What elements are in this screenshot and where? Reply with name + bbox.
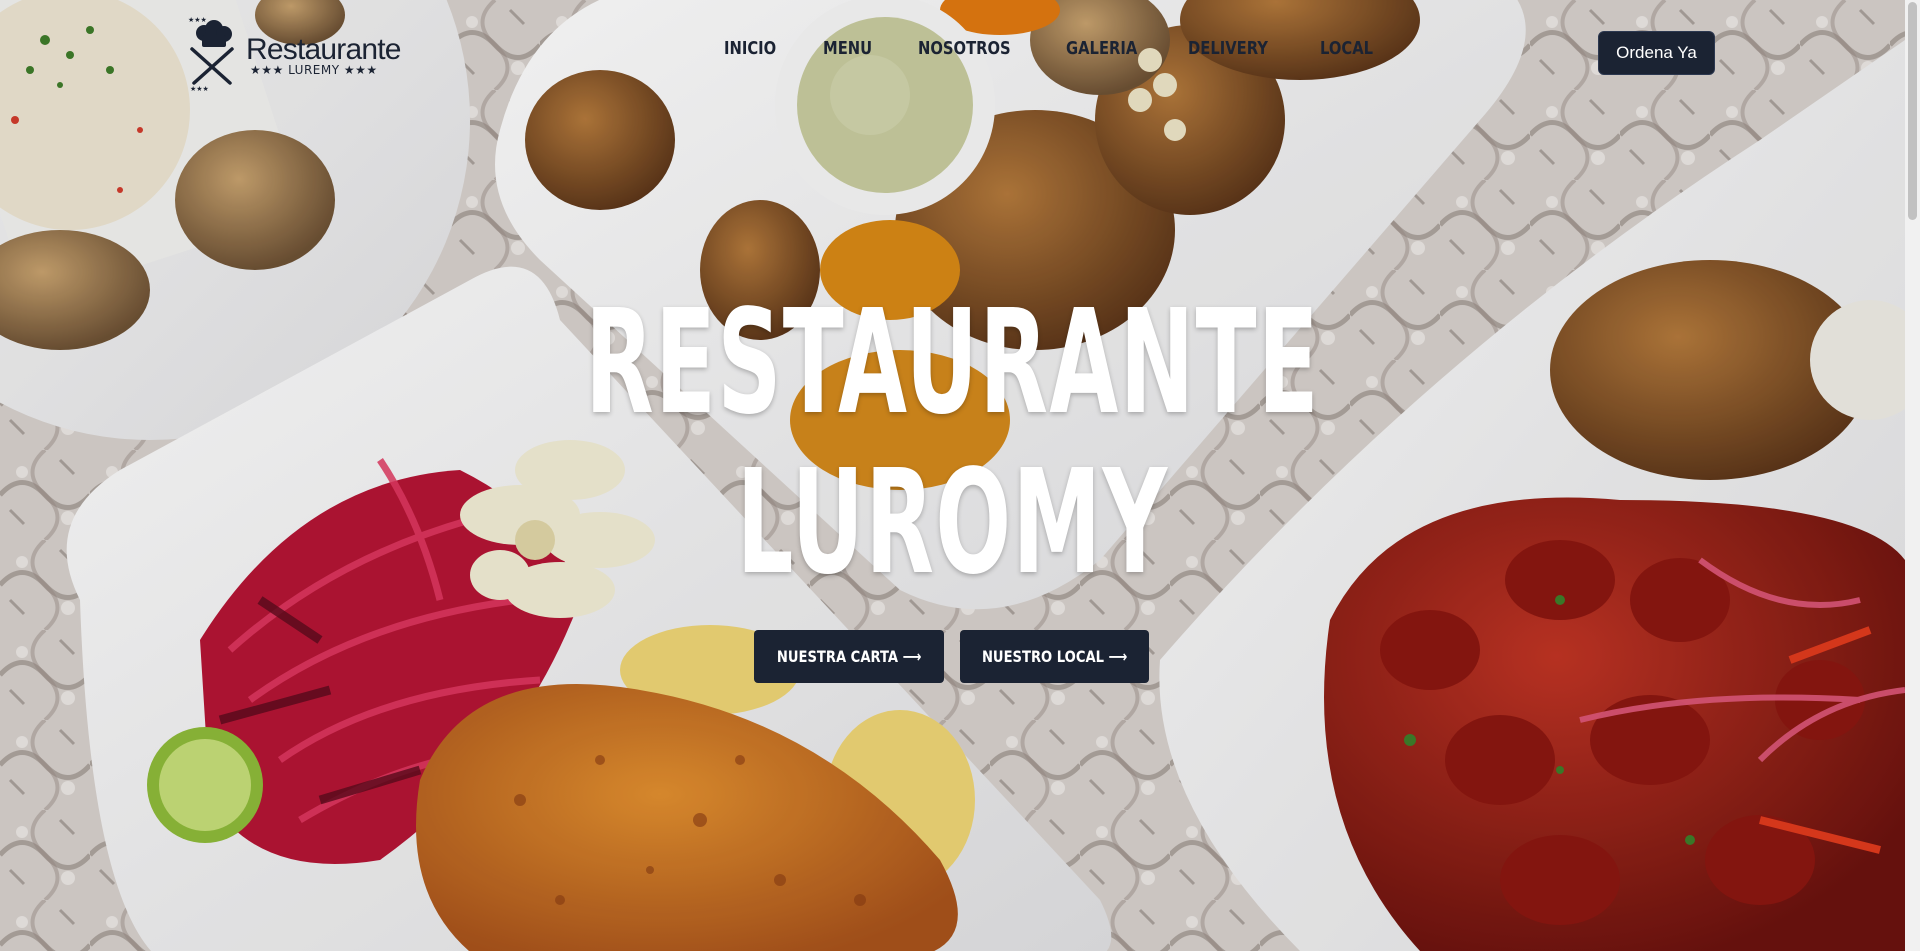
- nuestro-local-button[interactable]: NUESTRO LOCAL ⟶: [960, 630, 1149, 683]
- hero-buttons: NUESTRA CARTA ⟶ NUESTRO LOCAL ⟶: [754, 630, 1149, 683]
- chef-hat-crossed-utensils-icon: ★★★ ★★★: [188, 16, 234, 91]
- hero-title-line-2: LUROMY: [736, 438, 1169, 606]
- order-now-button[interactable]: Ordena Ya: [1598, 31, 1715, 75]
- site-logo[interactable]: ★★★ ★★★ Restaurante ★★★ LUREMY ★★★: [186, 15, 401, 95]
- hero-title-line-1: RESTAURANTE: [585, 278, 1320, 446]
- logo-tagline: ★★★ LUREMY ★★★: [250, 63, 378, 77]
- logo-wordmark: Restaurante: [246, 33, 401, 66]
- svg-text:★★★: ★★★: [190, 85, 209, 91]
- scrollbar-thumb[interactable]: [1908, 2, 1917, 220]
- nuestro-local-label: NUESTRO LOCAL ⟶: [981, 647, 1128, 666]
- nav-item-galeria[interactable]: GALERIA: [1066, 38, 1137, 59]
- nav-item-local[interactable]: LOCAL: [1320, 38, 1373, 59]
- page-scrollbar[interactable]: [1905, 0, 1920, 951]
- nav-item-menu[interactable]: MENU: [823, 38, 872, 59]
- nav-item-inicio[interactable]: INICIO: [724, 38, 776, 59]
- svg-text:★★★: ★★★: [188, 16, 207, 24]
- main-navigation: INICIO MENU NOSOTROS GALERIA DELIVERY LO…: [724, 38, 1420, 59]
- nav-item-delivery[interactable]: DELIVERY: [1188, 38, 1268, 59]
- nuestra-carta-label: NUESTRA CARTA ⟶: [776, 647, 922, 666]
- hero-title: RESTAURANTE LUROMY: [0, 282, 1905, 602]
- nav-item-nosotros[interactable]: NOSOTROS: [918, 38, 1011, 59]
- nuestra-carta-button[interactable]: NUESTRA CARTA ⟶: [754, 630, 944, 683]
